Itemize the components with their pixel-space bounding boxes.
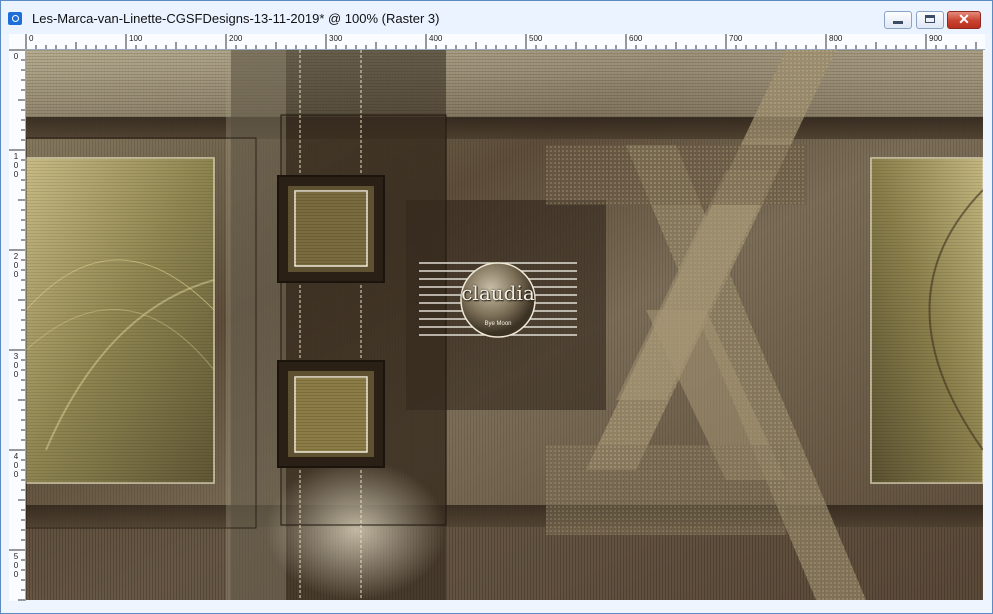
ruler-v-label: 0 xyxy=(13,561,19,570)
ruler-v-label: 2 xyxy=(13,252,19,261)
title-bar[interactable]: Les-Marca-van-Linette-CGSFDesigns-13-11-… xyxy=(1,1,992,34)
ruler-v-label: 0 xyxy=(13,270,19,279)
watermark-subtext: Bye Moon xyxy=(484,321,512,327)
maximize-icon xyxy=(925,15,935,23)
ruler-v-label: 3 xyxy=(13,352,19,361)
close-button[interactable]: ✕ xyxy=(947,11,981,29)
horizontal-ruler[interactable]: 0 100 200 300 400 500 600 700 800 900 xyxy=(25,34,985,50)
ruler-v-label: 0 xyxy=(13,570,19,579)
ruler-v-label: 0 xyxy=(13,470,19,479)
watermark-logo: claudia Bye Moon xyxy=(419,261,577,337)
ruler-v-label: 0 xyxy=(13,370,19,379)
image-window: Les-Marca-van-Linette-CGSFDesigns-13-11-… xyxy=(0,0,993,614)
ruler-h-label: 400 xyxy=(429,34,443,43)
window-title: Les-Marca-van-Linette-CGSFDesigns-13-11-… xyxy=(32,11,440,26)
ruler-h-label: 100 xyxy=(129,34,143,43)
ruler-h-label: 900 xyxy=(929,34,943,43)
ruler-v-label: 0 xyxy=(13,170,19,179)
ruler-corner xyxy=(9,34,26,50)
ruler-v-label: 4 xyxy=(13,452,19,461)
minimize-button[interactable] xyxy=(884,11,912,29)
ruler-v-label: 0 xyxy=(13,261,19,270)
ruler-v-label: 0 xyxy=(13,161,19,170)
image-canvas[interactable]: claudia Bye Moon xyxy=(26,50,983,600)
minimize-icon xyxy=(893,21,903,24)
ruler-v-label: 5 xyxy=(13,552,19,561)
app-icon[interactable] xyxy=(8,12,22,25)
ruler-h-label: 800 xyxy=(829,34,843,43)
vertical-ruler[interactable]: 0 1 0 0 2 0 0 3 0 0 4 0 0 5 0 0 xyxy=(9,49,26,601)
ruler-v-label: 0 xyxy=(13,52,19,61)
ruler-v-label: 0 xyxy=(13,461,19,470)
watermark-text: claudia xyxy=(461,281,535,305)
ruler-h-label: 200 xyxy=(229,34,243,43)
ruler-h-label: 500 xyxy=(529,34,543,43)
ruler-v-label: 0 xyxy=(13,361,19,370)
ruler-h-label: 0 xyxy=(29,34,34,43)
vertical-ruler-ticks xyxy=(9,49,25,601)
close-icon: ✕ xyxy=(958,11,970,27)
ruler-v-label: 1 xyxy=(13,152,19,161)
ruler-h-label: 600 xyxy=(629,34,643,43)
ruler-h-label: 700 xyxy=(729,34,743,43)
maximize-button[interactable] xyxy=(916,11,944,29)
ruler-h-label: 300 xyxy=(329,34,343,43)
